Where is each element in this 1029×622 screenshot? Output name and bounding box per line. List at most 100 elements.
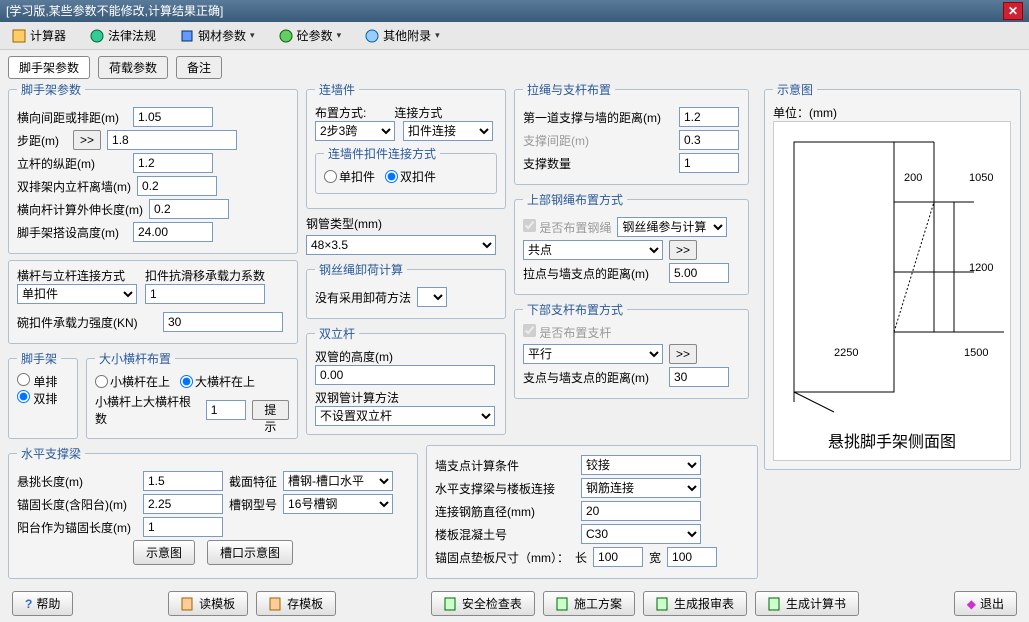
conn-label: 横杆与立杆连接方式: [17, 267, 137, 284]
diagram-unit: 单位：(mm): [773, 104, 1012, 121]
concrete-icon: [279, 29, 293, 43]
hgap-input[interactable]: [133, 107, 213, 127]
diagram-button[interactable]: 示意图: [133, 540, 195, 565]
other-label: 其他附录: [383, 27, 431, 44]
other-button[interactable]: 其他附录 ▾: [359, 25, 446, 46]
scaffold-legend: 脚手架参数: [17, 81, 85, 98]
law-button[interactable]: 法律法规: [84, 25, 162, 46]
kj-label: 扣件抗滑移承载力系数: [145, 267, 265, 284]
pad-label: 锚固点垫板尺寸（mm）：: [435, 549, 569, 566]
botdist-label: 支点与墙支点的距离(m): [523, 369, 663, 386]
wconn-label: 水平支撑梁与楼板连接: [435, 480, 575, 497]
wconn-select[interactable]: 钢筋连接: [581, 478, 701, 498]
dhgs-radio[interactable]: 大横杆在上: [180, 373, 255, 390]
kj-input[interactable]: [145, 284, 265, 304]
conn-select[interactable]: 单扣件: [17, 284, 137, 304]
len-input[interactable]: [593, 547, 643, 567]
wl-label: 布置方式:: [315, 106, 366, 120]
cond-select[interactable]: 铰接: [581, 455, 701, 475]
law-label: 法律法规: [108, 27, 156, 44]
report-button[interactable]: 生成报审表: [643, 591, 747, 616]
conntype-select[interactable]: 扣件连接: [403, 121, 493, 141]
top-rope-group: 上部钢绳布置方式 是否布置钢绳钢丝绳参与计算 共点>> 拉点与墙支点的距离(m): [514, 191, 749, 295]
double-row-radio[interactable]: 双排: [17, 392, 57, 406]
sect-label: 截面特征: [229, 473, 277, 490]
dia-input[interactable]: [581, 501, 701, 521]
single-row-radio[interactable]: 单排: [17, 375, 57, 389]
plan-button[interactable]: 施工方案: [543, 591, 635, 616]
botstrut-check: 是否布置支杆: [523, 326, 611, 340]
jsl-group: 脚手架 单排 双排: [8, 350, 78, 439]
calcbook-button[interactable]: 生成计算书: [755, 591, 859, 616]
step-input[interactable]: [107, 130, 237, 150]
count-input[interactable]: [679, 153, 739, 173]
read-template-button[interactable]: 读模板: [168, 591, 248, 616]
concrete-button[interactable]: 砼参数▾: [273, 25, 348, 46]
anchor-label: 锚固长度(含阳台)(m): [17, 496, 137, 513]
bowl-input[interactable]: [163, 312, 283, 332]
dblm-select[interactable]: 不设置双立杆: [315, 406, 495, 426]
lgzj-input[interactable]: [133, 153, 213, 173]
balc-input[interactable]: [143, 517, 223, 537]
law-icon: [90, 29, 104, 43]
double-kj-radio[interactable]: 双扣件: [385, 168, 436, 185]
cond-label: 墙支点计算条件: [435, 457, 575, 474]
height-input[interactable]: [133, 222, 213, 242]
lashing-group: 拉绳与支杆布置 第一道支撑与墙的距离(m) 支撑间距(m) 支撑数量: [514, 81, 749, 185]
exit-button[interactable]: ◆退出: [954, 591, 1017, 616]
lashing-legend: 拉绳与支杆布置: [523, 81, 615, 98]
slot-diagram-button[interactable]: 槽口示意图: [207, 540, 293, 565]
hint-button[interactable]: 提示: [252, 400, 289, 420]
botdist-input[interactable]: [669, 367, 729, 387]
tab-scaffold[interactable]: 脚手架参数: [8, 56, 90, 79]
balc-label: 阳台作为锚固长度(m): [17, 519, 137, 536]
close-button[interactable]: ✕: [1003, 2, 1023, 20]
toprope-legend: 上部钢绳布置方式: [523, 191, 627, 208]
xhgsdhg-input[interactable]: [206, 400, 246, 420]
botmode-select[interactable]: 平行: [523, 344, 663, 364]
help-button[interactable]: ?帮助: [12, 591, 73, 616]
chevron-down-icon: ▾: [435, 30, 440, 41]
topmode-more-button[interactable]: >>: [669, 240, 697, 260]
height-label: 脚手架搭设高度(m): [17, 224, 127, 241]
spacing-input: [679, 130, 739, 150]
sect-select[interactable]: 槽钢-槽口水平: [283, 471, 393, 491]
calculator-label: 计算器: [30, 27, 66, 44]
cant-label: 悬挑长度(m): [17, 473, 137, 490]
conn-group: 横杆与立杆连接方式 单扣件 扣件抗滑移承载力系数 碗扣件承载力强度(KN): [8, 260, 298, 344]
step-more-button[interactable]: >>: [73, 130, 101, 150]
chevron-down-icon: ▾: [337, 30, 342, 41]
dblh-input[interactable]: [315, 365, 495, 385]
wid-input[interactable]: [667, 547, 717, 567]
calculator-icon: [12, 29, 26, 43]
window-title: [学习版,某些参数不能修改,计算结果正确]: [6, 0, 223, 22]
conc-select[interactable]: C30: [581, 524, 701, 544]
spacing-label: 支撑间距(m): [523, 132, 673, 149]
single-kj-radio[interactable]: 单扣件: [324, 168, 375, 185]
pipe-select[interactable]: 48×3.5: [306, 235, 496, 255]
toprope-sel[interactable]: 钢丝绳参与计算: [617, 217, 727, 237]
spinner-label: 双排架内立杆离墙(m): [17, 178, 131, 195]
dbl-group: 双立杆 双管的高度(m) 双钢管计算方法 不设置双立杆: [306, 325, 506, 435]
model-select[interactable]: 16号槽钢: [283, 494, 393, 514]
calculator-button[interactable]: 计算器: [6, 25, 72, 46]
topmode-select[interactable]: 共点: [523, 240, 663, 260]
xhgs-radio[interactable]: 小横杆在上: [95, 373, 170, 390]
step-label: 步距(m): [17, 132, 67, 149]
tab-load[interactable]: 荷载参数: [98, 56, 168, 79]
steel-button[interactable]: 钢材参数▾: [174, 25, 261, 46]
anchor-input[interactable]: [143, 494, 223, 514]
topdist-input[interactable]: [669, 263, 729, 283]
tab-note[interactable]: 备注: [176, 56, 222, 79]
wall-legend: 连墙件: [315, 81, 359, 98]
layout-select[interactable]: 2步3跨: [315, 121, 395, 141]
spinner-input[interactable]: [137, 176, 217, 196]
safety-button[interactable]: 安全检查表: [431, 591, 535, 616]
first-input[interactable]: [679, 107, 739, 127]
botmode-more-button[interactable]: >>: [669, 344, 697, 364]
cant-input[interactable]: [143, 471, 223, 491]
wall-group: 连墙件 布置方式:连接方式 2步3跨扣件连接 连墙件扣件连接方式 单扣件 双扣件: [306, 81, 506, 209]
hgext-input[interactable]: [149, 199, 229, 219]
save-template-button[interactable]: 存模板: [256, 591, 336, 616]
wire-select[interactable]: [417, 287, 447, 307]
